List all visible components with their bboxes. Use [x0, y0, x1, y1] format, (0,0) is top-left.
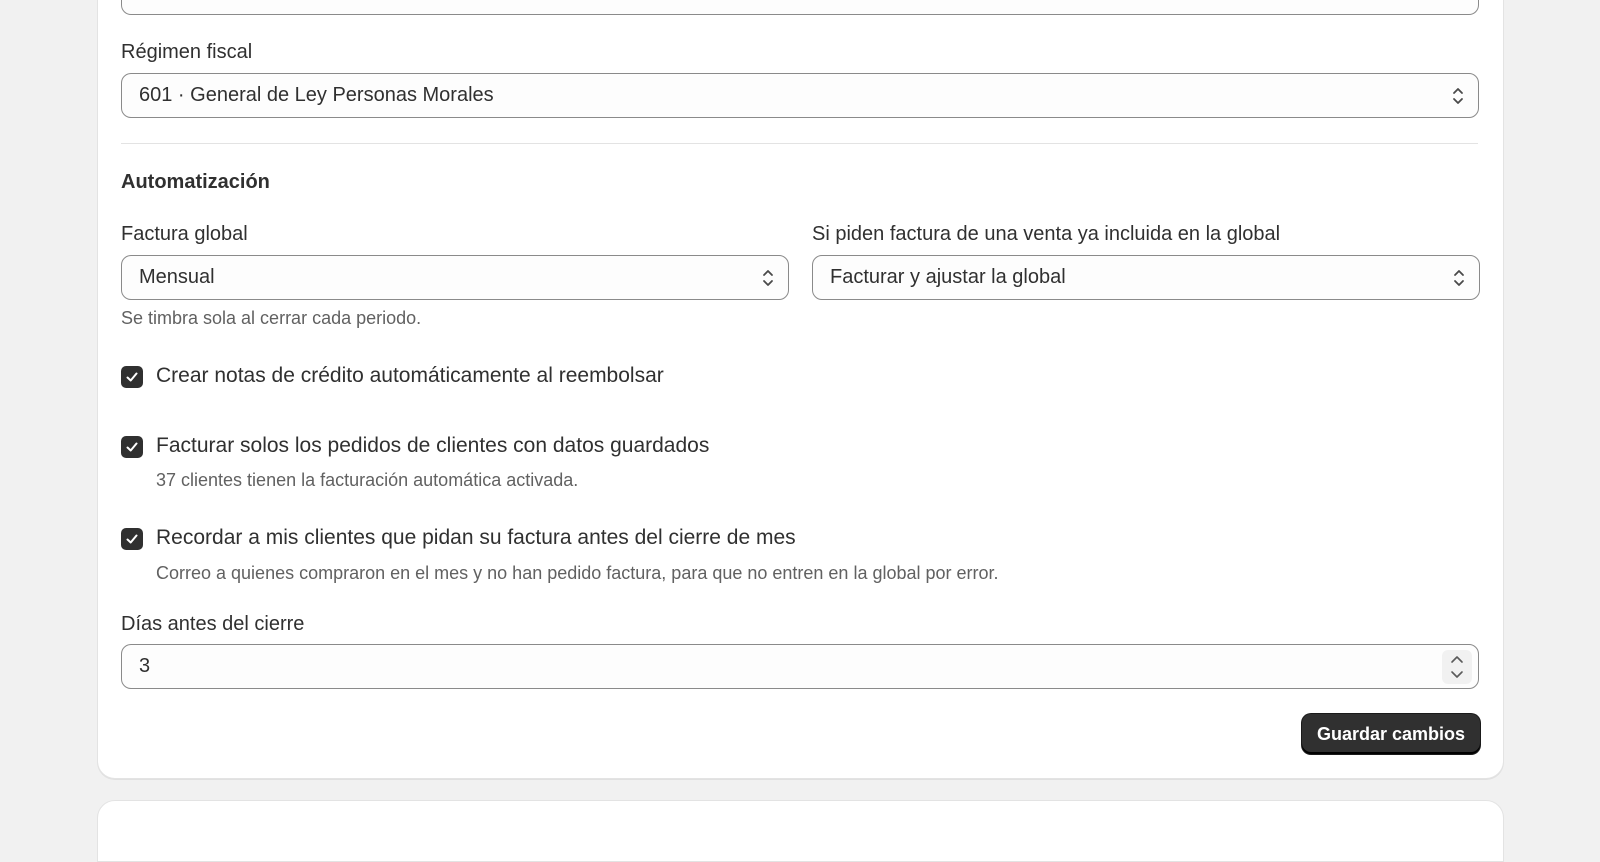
- included-sale-value: Facturar y ajustar la global: [830, 266, 1066, 288]
- checkmark-icon: [126, 372, 138, 382]
- included-sale-select[interactable]: Facturar y ajustar la global: [812, 255, 1480, 300]
- checkmark-icon: [126, 534, 138, 544]
- days-before-value: 3: [139, 655, 151, 677]
- previous-field[interactable]: [121, 0, 1479, 15]
- auto-invoice-label[interactable]: Facturar solos los pedidos de clientes c…: [156, 434, 709, 458]
- days-before-label: Días antes del cierre: [121, 613, 305, 635]
- checkmark-icon: [126, 442, 138, 452]
- section-divider: [121, 143, 1478, 144]
- number-stepper[interactable]: [1442, 650, 1472, 684]
- stepper-chevrons-icon: [1451, 656, 1463, 678]
- global-invoice-help: Se timbra sola al cerrar cada periodo.: [121, 308, 422, 328]
- global-invoice-select[interactable]: Mensual: [121, 255, 789, 300]
- fiscal-regime-value: 601 · General de Ley Personas Morales: [139, 84, 494, 106]
- select-chevrons-icon: [763, 269, 773, 286]
- fiscal-regime-select[interactable]: 601 · General de Ley Personas Morales: [121, 73, 1479, 118]
- credit-notes-label[interactable]: Crear notas de crédito automáticamente a…: [156, 364, 664, 388]
- save-button[interactable]: Guardar cambios: [1302, 714, 1480, 754]
- next-card: [97, 800, 1504, 862]
- select-chevrons-icon: [1454, 269, 1464, 286]
- automation-heading: Automatización: [121, 171, 270, 193]
- fiscal-regime-label: Régimen fiscal: [121, 41, 253, 63]
- select-chevrons-icon: [1453, 87, 1463, 104]
- auto-invoice-checkbox[interactable]: [121, 436, 143, 458]
- reminder-help: Correo a quienes compraron en el mes y n…: [156, 563, 999, 583]
- included-sale-label: Si piden factura de una venta ya incluid…: [812, 223, 1281, 245]
- days-before-input[interactable]: 3: [121, 644, 1479, 689]
- credit-notes-checkbox[interactable]: [121, 366, 143, 388]
- global-invoice-value: Mensual: [139, 266, 215, 288]
- reminder-checkbox[interactable]: [121, 528, 143, 550]
- reminder-label[interactable]: Recordar a mis clientes que pidan su fac…: [156, 526, 796, 550]
- global-invoice-label: Factura global: [121, 223, 248, 245]
- auto-invoice-help: 37 clientes tienen la facturación automá…: [156, 470, 579, 490]
